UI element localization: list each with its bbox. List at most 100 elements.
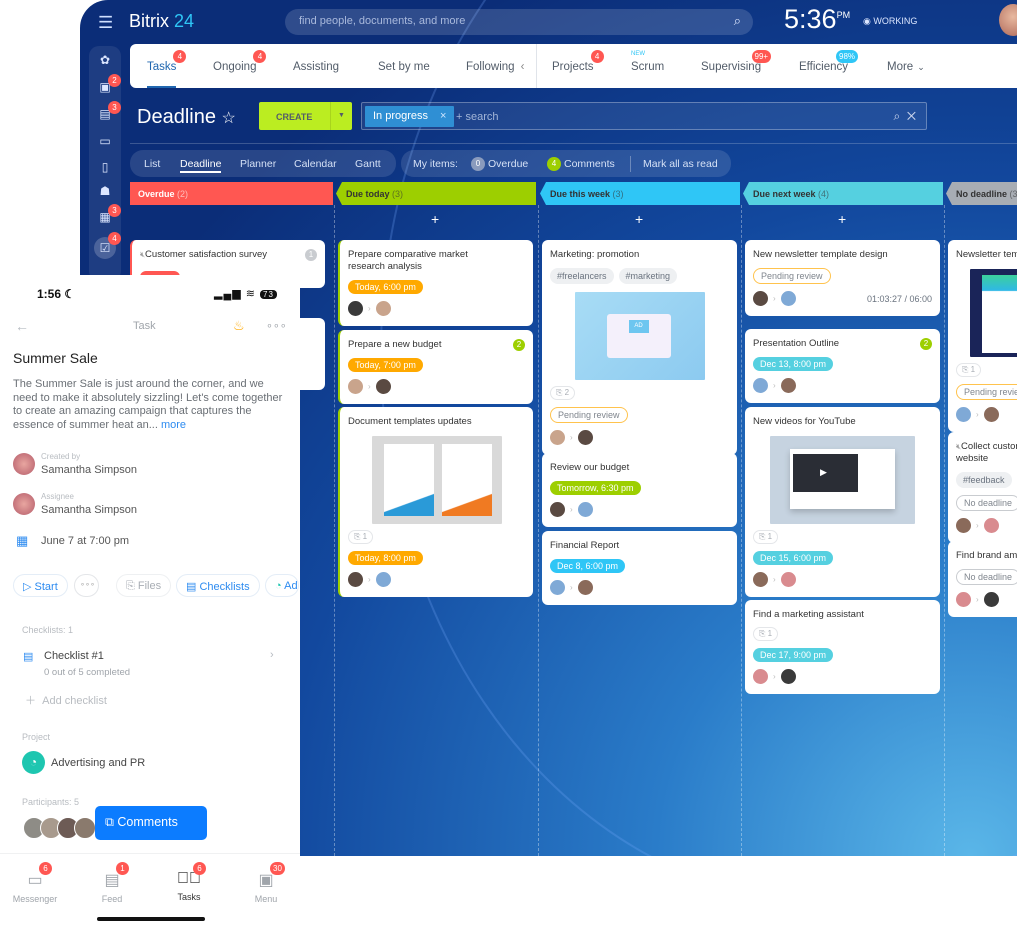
feed-icon[interactable]: ▣ 2	[97, 74, 121, 94]
deadline-pill[interactable]: Dec 17, 9:00 pm	[753, 648, 834, 662]
flame-icon[interactable]: ♨	[233, 318, 245, 334]
deadline-pill[interactable]: Today, 7:00 pm	[348, 358, 423, 372]
creator-avatar[interactable]	[753, 291, 768, 306]
user-avatar[interactable]	[999, 4, 1017, 36]
responsible-avatar[interactable]	[780, 669, 796, 684]
tab-scrum[interactable]: Scrum NEW	[631, 51, 664, 73]
task-deadline[interactable]: June 7 at 7:00 pm	[41, 535, 129, 547]
task-card[interactable]: Document templates updates ⎘ 1 Today, 8:00…	[338, 407, 533, 597]
responsible-avatar[interactable]	[375, 572, 391, 587]
tab-assisting[interactable]: Assisting	[293, 61, 339, 73]
task-card[interactable]: Presentation Outline 2 Dec 13, 8:00 pm ›	[745, 329, 940, 403]
task-card[interactable]: Find brand ambassadors No deadline ›	[948, 541, 1017, 617]
attachment-count[interactable]: ⎘ 1	[348, 530, 374, 544]
responsible-avatar[interactable]	[983, 407, 999, 422]
task-card[interactable]: Prepare comparative market research anal…	[338, 240, 533, 326]
view-planner[interactable]: Planner	[240, 158, 276, 170]
tag[interactable]: #marketing	[618, 268, 678, 284]
back-icon[interactable]: ←	[15, 318, 29, 334]
attachment-count[interactable]: ⎘ 1	[753, 530, 779, 544]
deadline-pill[interactable]: Today, 8:00 pm	[348, 551, 423, 565]
responsible-avatar[interactable]	[577, 580, 593, 595]
task-card[interactable]: Marketing: promotion #freelancers #marketi…	[542, 240, 737, 455]
deadline-pill[interactable]: Today, 6:00 pm	[348, 280, 423, 294]
create-button[interactable]: CREATE ▼	[259, 102, 352, 130]
more-icon[interactable]: ∘∘∘	[266, 319, 287, 332]
project-name[interactable]: Advertising and PR	[51, 757, 145, 769]
creator-avatar[interactable]	[550, 502, 565, 517]
create-dropdown-icon[interactable]: ▼	[330, 102, 352, 130]
tab-efficiency[interactable]: Efficiency 98%	[799, 50, 859, 73]
tab-projects[interactable]: Projects 4	[552, 50, 604, 73]
responsible-avatar[interactable]	[983, 518, 999, 533]
creator-avatar[interactable]	[550, 430, 565, 445]
creator-avatar[interactable]	[348, 379, 363, 394]
creator-avatar[interactable]	[753, 378, 768, 393]
tab-supervising[interactable]: Supervising 99+	[701, 50, 772, 73]
creator-avatar[interactable]	[753, 669, 768, 684]
responsible-avatar[interactable]	[577, 430, 593, 445]
add-task-button[interactable]: +	[838, 211, 846, 227]
creator-avatar[interactable]	[348, 301, 363, 316]
checklist-name[interactable]: Checklist #1	[44, 650, 104, 662]
tag[interactable]: #freelancers	[550, 268, 614, 284]
nav-tasks[interactable]: ✓⃝ Tasks 6	[159, 862, 219, 902]
global-search-input[interactable]: find people, documents, and more ⌕	[285, 9, 753, 35]
task-card[interactable]: Prepare a new budget 2 Today, 7:00 pm ›	[338, 330, 533, 404]
nav-feed[interactable]: ▤ Feed 1	[82, 862, 142, 904]
task-card[interactable]: Financial Report Dec 8, 6:00 pm ›	[542, 531, 737, 605]
responsible-avatar[interactable]	[780, 378, 796, 393]
sites-icon[interactable]: ✿	[97, 53, 113, 67]
add-checklist-button[interactable]: ＋ Add checklist	[25, 692, 107, 708]
view-calendar[interactable]: Calendar	[294, 158, 337, 170]
add-task-button[interactable]: +	[431, 211, 439, 227]
tag[interactable]: #feedback	[956, 472, 1012, 488]
deadline-pill[interactable]: Tomorrow, 6:30 pm	[550, 481, 641, 495]
files-button[interactable]: ⎘ Files	[116, 574, 172, 597]
tab-ongoing[interactable]: Ongoing 4	[213, 50, 267, 73]
search-icon[interactable]: ⌕	[734, 13, 741, 29]
task-card[interactable]: New newsletter template design Pending re…	[745, 240, 940, 316]
deadline-pill[interactable]: Dec 8, 6:00 pm	[550, 559, 626, 573]
group-icon[interactable]: ☗	[97, 184, 113, 198]
responsible-avatar[interactable]	[780, 572, 796, 587]
filter-chip[interactable]: In progress ×	[365, 106, 455, 127]
creator-avatar[interactable]	[348, 572, 363, 587]
chat-icon[interactable]: ▤ 3	[97, 101, 121, 121]
task-card[interactable]: Newsletter template ⎘ 1 Pending review ›	[948, 240, 1017, 432]
tab-set-by-me[interactable]: Set by me	[378, 61, 430, 73]
deadline-pill[interactable]: Dec 15, 6:00 pm	[753, 551, 834, 565]
task-card[interactable]: 🔇︎Collect customer feedback on the websi…	[948, 432, 1017, 543]
mark-all-read-link[interactable]: Mark all as read	[630, 156, 718, 172]
view-deadline[interactable]: Deadline	[180, 158, 222, 173]
deadline-pill[interactable]: Dec 13, 8:00 pm	[753, 357, 834, 371]
menu-icon[interactable]: ☰	[98, 13, 113, 33]
remove-filter-icon[interactable]: ×	[440, 110, 446, 122]
participants-avatars[interactable]	[23, 817, 96, 839]
view-list[interactable]: List	[144, 158, 160, 170]
tasks-icon[interactable]: ☑ 4	[94, 232, 121, 259]
add-button[interactable]: ◔ Ad	[265, 574, 299, 597]
comments-counter[interactable]: 4 Comments	[547, 157, 615, 172]
attachment-count[interactable]: ⎘ 2	[550, 386, 576, 400]
comments-button[interactable]: ⧉ Comments	[95, 806, 207, 840]
checklists-button[interactable]: ▤ Checklists	[176, 574, 260, 597]
responsible-avatar[interactable]	[375, 301, 391, 316]
chevron-right-icon[interactable]: ›	[270, 649, 274, 661]
inbox-icon[interactable]: ▭	[97, 134, 113, 148]
view-gantt[interactable]: Gantt	[355, 158, 381, 170]
attachment-count[interactable]: ⎘ 1	[956, 363, 982, 377]
overdue-counter[interactable]: 0 Overdue	[471, 157, 528, 172]
tab-tasks[interactable]: Tasks 4	[147, 50, 187, 88]
star-icon[interactable]: ☆	[222, 110, 236, 127]
creator-avatar[interactable]	[956, 592, 971, 607]
filter-search-input[interactable]: In progress × + search ⌕ ✕	[361, 102, 927, 130]
more-link[interactable]: more	[161, 419, 186, 431]
document-icon[interactable]: ▯	[97, 160, 113, 174]
task-card[interactable]: New videos for YouTube ▶ ⎘ 1 Dec 15, 6:00 p…	[745, 407, 940, 597]
nav-messenger[interactable]: ▭ Messenger 6	[5, 862, 65, 904]
task-card[interactable]: Review our budget Tomorrow, 6:30 pm ›	[542, 453, 737, 527]
chevron-left-icon[interactable]: ‹	[521, 61, 525, 73]
start-button[interactable]: ▷ Start	[13, 574, 68, 597]
responsible-avatar[interactable]	[375, 379, 391, 394]
